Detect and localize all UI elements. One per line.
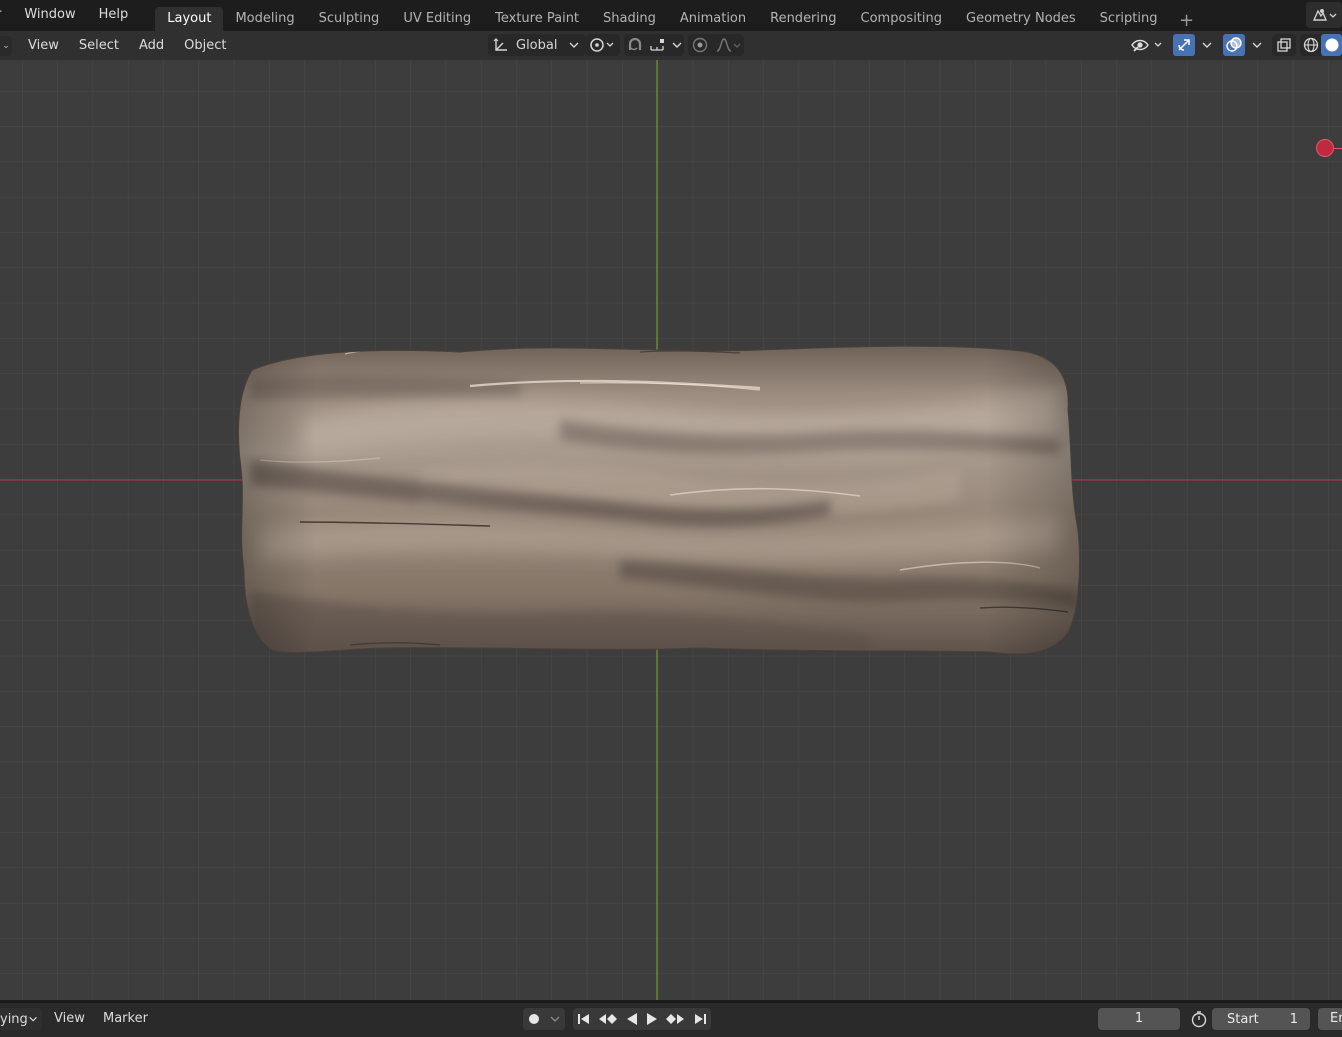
scene-icon[interactable] <box>1306 2 1342 28</box>
orientation-label: Global <box>516 37 558 53</box>
eye-visibility-icon <box>1131 39 1162 52</box>
menu-help[interactable]: Help <box>87 0 140 31</box>
overlay-controls <box>1220 34 1266 56</box>
plus-icon[interactable]: + <box>1175 10 1197 31</box>
chevron-down-icon[interactable] <box>1201 40 1213 50</box>
magnet-snap-icon[interactable] <box>625 36 645 54</box>
menu-render[interactable]: r <box>0 0 12 31</box>
chevron-down-icon <box>29 1016 37 1022</box>
xray-toggle[interactable] <box>1272 34 1296 56</box>
pivot-point-dropdown[interactable] <box>586 34 620 56</box>
chevron-down-icon[interactable]: ⌄ <box>0 35 12 56</box>
navigation-gizmo-line <box>1334 148 1342 149</box>
cloth-mesh-object[interactable] <box>230 340 1090 670</box>
stopwatch-icon[interactable] <box>1188 1008 1210 1030</box>
chevron-down-icon <box>569 42 579 48</box>
gizmo-icon[interactable] <box>1173 34 1195 56</box>
top-menu-bar: r Window Help Layout Modeling Sculpting … <box>0 0 1342 31</box>
tab-uv-editing[interactable]: UV Editing <box>391 7 483 31</box>
chevron-down-icon[interactable] <box>671 40 683 50</box>
proportional-edit-icon[interactable] <box>690 36 710 54</box>
tab-shading[interactable]: Shading <box>591 7 668 31</box>
tab-modeling[interactable]: Modeling <box>223 7 306 31</box>
solid-shading-icon[interactable] <box>1321 34 1342 56</box>
pivot-point-icon <box>590 38 614 52</box>
record-icon[interactable] <box>527 1012 541 1026</box>
tab-scripting[interactable]: Scripting <box>1088 7 1170 31</box>
play-reverse-icon[interactable] <box>625 1012 639 1026</box>
playback-controls <box>573 1008 711 1030</box>
jump-end-icon[interactable] <box>692 1012 708 1026</box>
snap-increment-icon[interactable] <box>648 36 668 54</box>
timeline-menu-marker[interactable]: Marker <box>103 1011 148 1026</box>
next-keyframe-icon[interactable] <box>665 1012 685 1026</box>
proportional-edit-controls <box>688 34 744 56</box>
tab-geometry-nodes[interactable]: Geometry Nodes <box>954 7 1088 31</box>
xray-icon <box>1277 38 1291 52</box>
header-menu-add[interactable]: Add <box>129 38 174 53</box>
selectability-visibility-dropdown[interactable] <box>1128 34 1168 56</box>
tab-sculpting[interactable]: Sculpting <box>307 7 392 31</box>
wireframe-shading-icon[interactable] <box>1300 34 1321 56</box>
timeline-header: ying View Marker 1 Start 1 Er <box>0 1003 1342 1037</box>
header-menu-object[interactable]: Object <box>174 38 236 53</box>
gizmo-controls <box>1170 34 1216 56</box>
current-frame-field[interactable]: 1 <box>1098 1008 1180 1030</box>
start-value: 1 <box>1289 1011 1298 1027</box>
jump-start-icon[interactable] <box>576 1012 592 1026</box>
prev-keyframe-icon[interactable] <box>598 1012 618 1026</box>
shading-mode-buttons <box>1300 34 1342 56</box>
falloff-curve-icon[interactable] <box>714 36 742 54</box>
tab-animation[interactable]: Animation <box>668 7 758 31</box>
timeline-menu-view[interactable]: View <box>54 1011 85 1026</box>
snapping-controls <box>624 34 684 56</box>
chevron-down-icon[interactable] <box>1251 40 1263 50</box>
playback-mode-dropdown[interactable]: ying <box>0 1008 42 1030</box>
play-icon[interactable] <box>645 1012 659 1026</box>
auto-keying-controls <box>523 1008 565 1030</box>
menu-window[interactable]: Window <box>12 0 86 31</box>
workspace-tabs: Layout Modeling Sculpting UV Editing Tex… <box>155 0 1197 31</box>
tab-compositing[interactable]: Compositing <box>849 7 955 31</box>
transform-orientation-dropdown[interactable]: Global <box>488 34 586 56</box>
viewport-header: ⌄ View Select Add Object Global <box>0 31 1342 60</box>
overlay-icon[interactable] <box>1223 34 1245 56</box>
tab-rendering[interactable]: Rendering <box>758 7 848 31</box>
start-label: Start <box>1227 1011 1259 1027</box>
header-menu-view[interactable]: View <box>18 38 69 53</box>
tab-layout[interactable]: Layout <box>155 7 224 31</box>
end-frame-field[interactable]: Er <box>1318 1008 1342 1030</box>
transform-orientation-icon <box>493 38 507 51</box>
header-menu-select[interactable]: Select <box>69 38 129 53</box>
playback-mode-label: ying <box>0 1011 28 1027</box>
navigation-gizmo-x-axis[interactable] <box>1316 139 1334 157</box>
chevron-down-icon[interactable] <box>549 1014 561 1024</box>
tab-texture-paint[interactable]: Texture Paint <box>483 7 591 31</box>
3d-viewport[interactable] <box>0 60 1342 1000</box>
start-frame-field[interactable]: Start 1 <box>1212 1008 1310 1030</box>
